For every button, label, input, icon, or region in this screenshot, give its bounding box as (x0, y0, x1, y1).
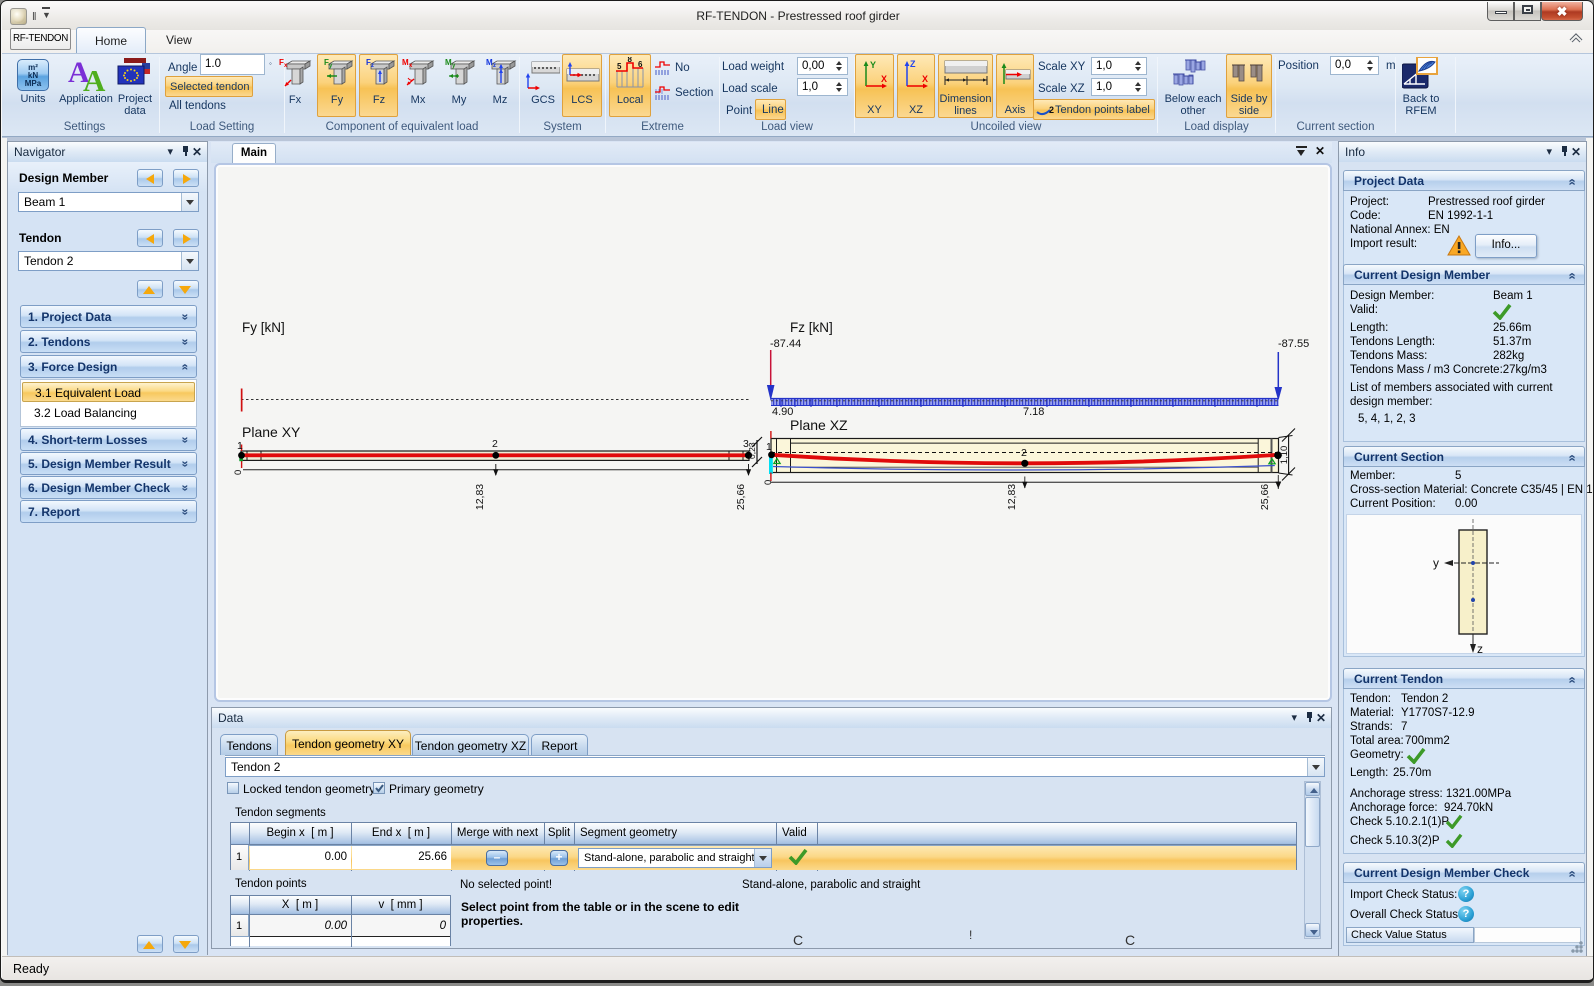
svg-text:Y: Y (870, 60, 876, 70)
svg-text:y: y (1433, 556, 1439, 570)
svg-text:12,83: 12,83 (1006, 484, 1018, 510)
svg-text:Plane XZ: Plane XZ (790, 417, 848, 433)
svg-text:1: 1 (237, 440, 243, 452)
svg-text:Fz [kN]: Fz [kN] (790, 320, 833, 335)
svg-text:25,66: 25,66 (735, 484, 747, 510)
svg-text:z: z (371, 63, 374, 69)
svg-text:Z: Z (910, 59, 916, 69)
svg-text:12,83: 12,83 (474, 484, 486, 510)
svg-text:8: 8 (628, 57, 633, 64)
svg-text:-87.55: -87.55 (1278, 338, 1309, 350)
svg-text:0: 0 (763, 480, 774, 485)
svg-text:5: 5 (617, 62, 622, 71)
svg-text:25,66: 25,66 (1259, 484, 1271, 510)
svg-text:M: M (402, 58, 409, 67)
svg-text:6: 6 (638, 60, 643, 69)
svg-text:1,10: 1,10 (1279, 446, 1290, 465)
svg-text:M: M (445, 58, 452, 67)
svg-text:1: 1 (766, 441, 772, 453)
svg-text:2: 2 (1021, 447, 1027, 459)
svg-text:Plane XY: Plane XY (242, 424, 301, 440)
svg-text:-87.44: -87.44 (770, 338, 801, 350)
svg-text:Fy [kN]: Fy [kN] (242, 320, 285, 335)
svg-text:0: 0 (233, 470, 244, 475)
svg-text:z: z (493, 63, 496, 69)
svg-text:z: z (1477, 642, 1483, 655)
svg-text:X: X (881, 74, 887, 84)
svg-text:M: M (486, 58, 493, 67)
svg-text:X: X (922, 74, 928, 84)
svg-text:2: 2 (1049, 105, 1054, 115)
svg-text:2: 2 (492, 438, 498, 450)
svg-text:0,23: 0,23 (747, 442, 757, 459)
svg-text:7.18: 7.18 (1023, 406, 1044, 418)
